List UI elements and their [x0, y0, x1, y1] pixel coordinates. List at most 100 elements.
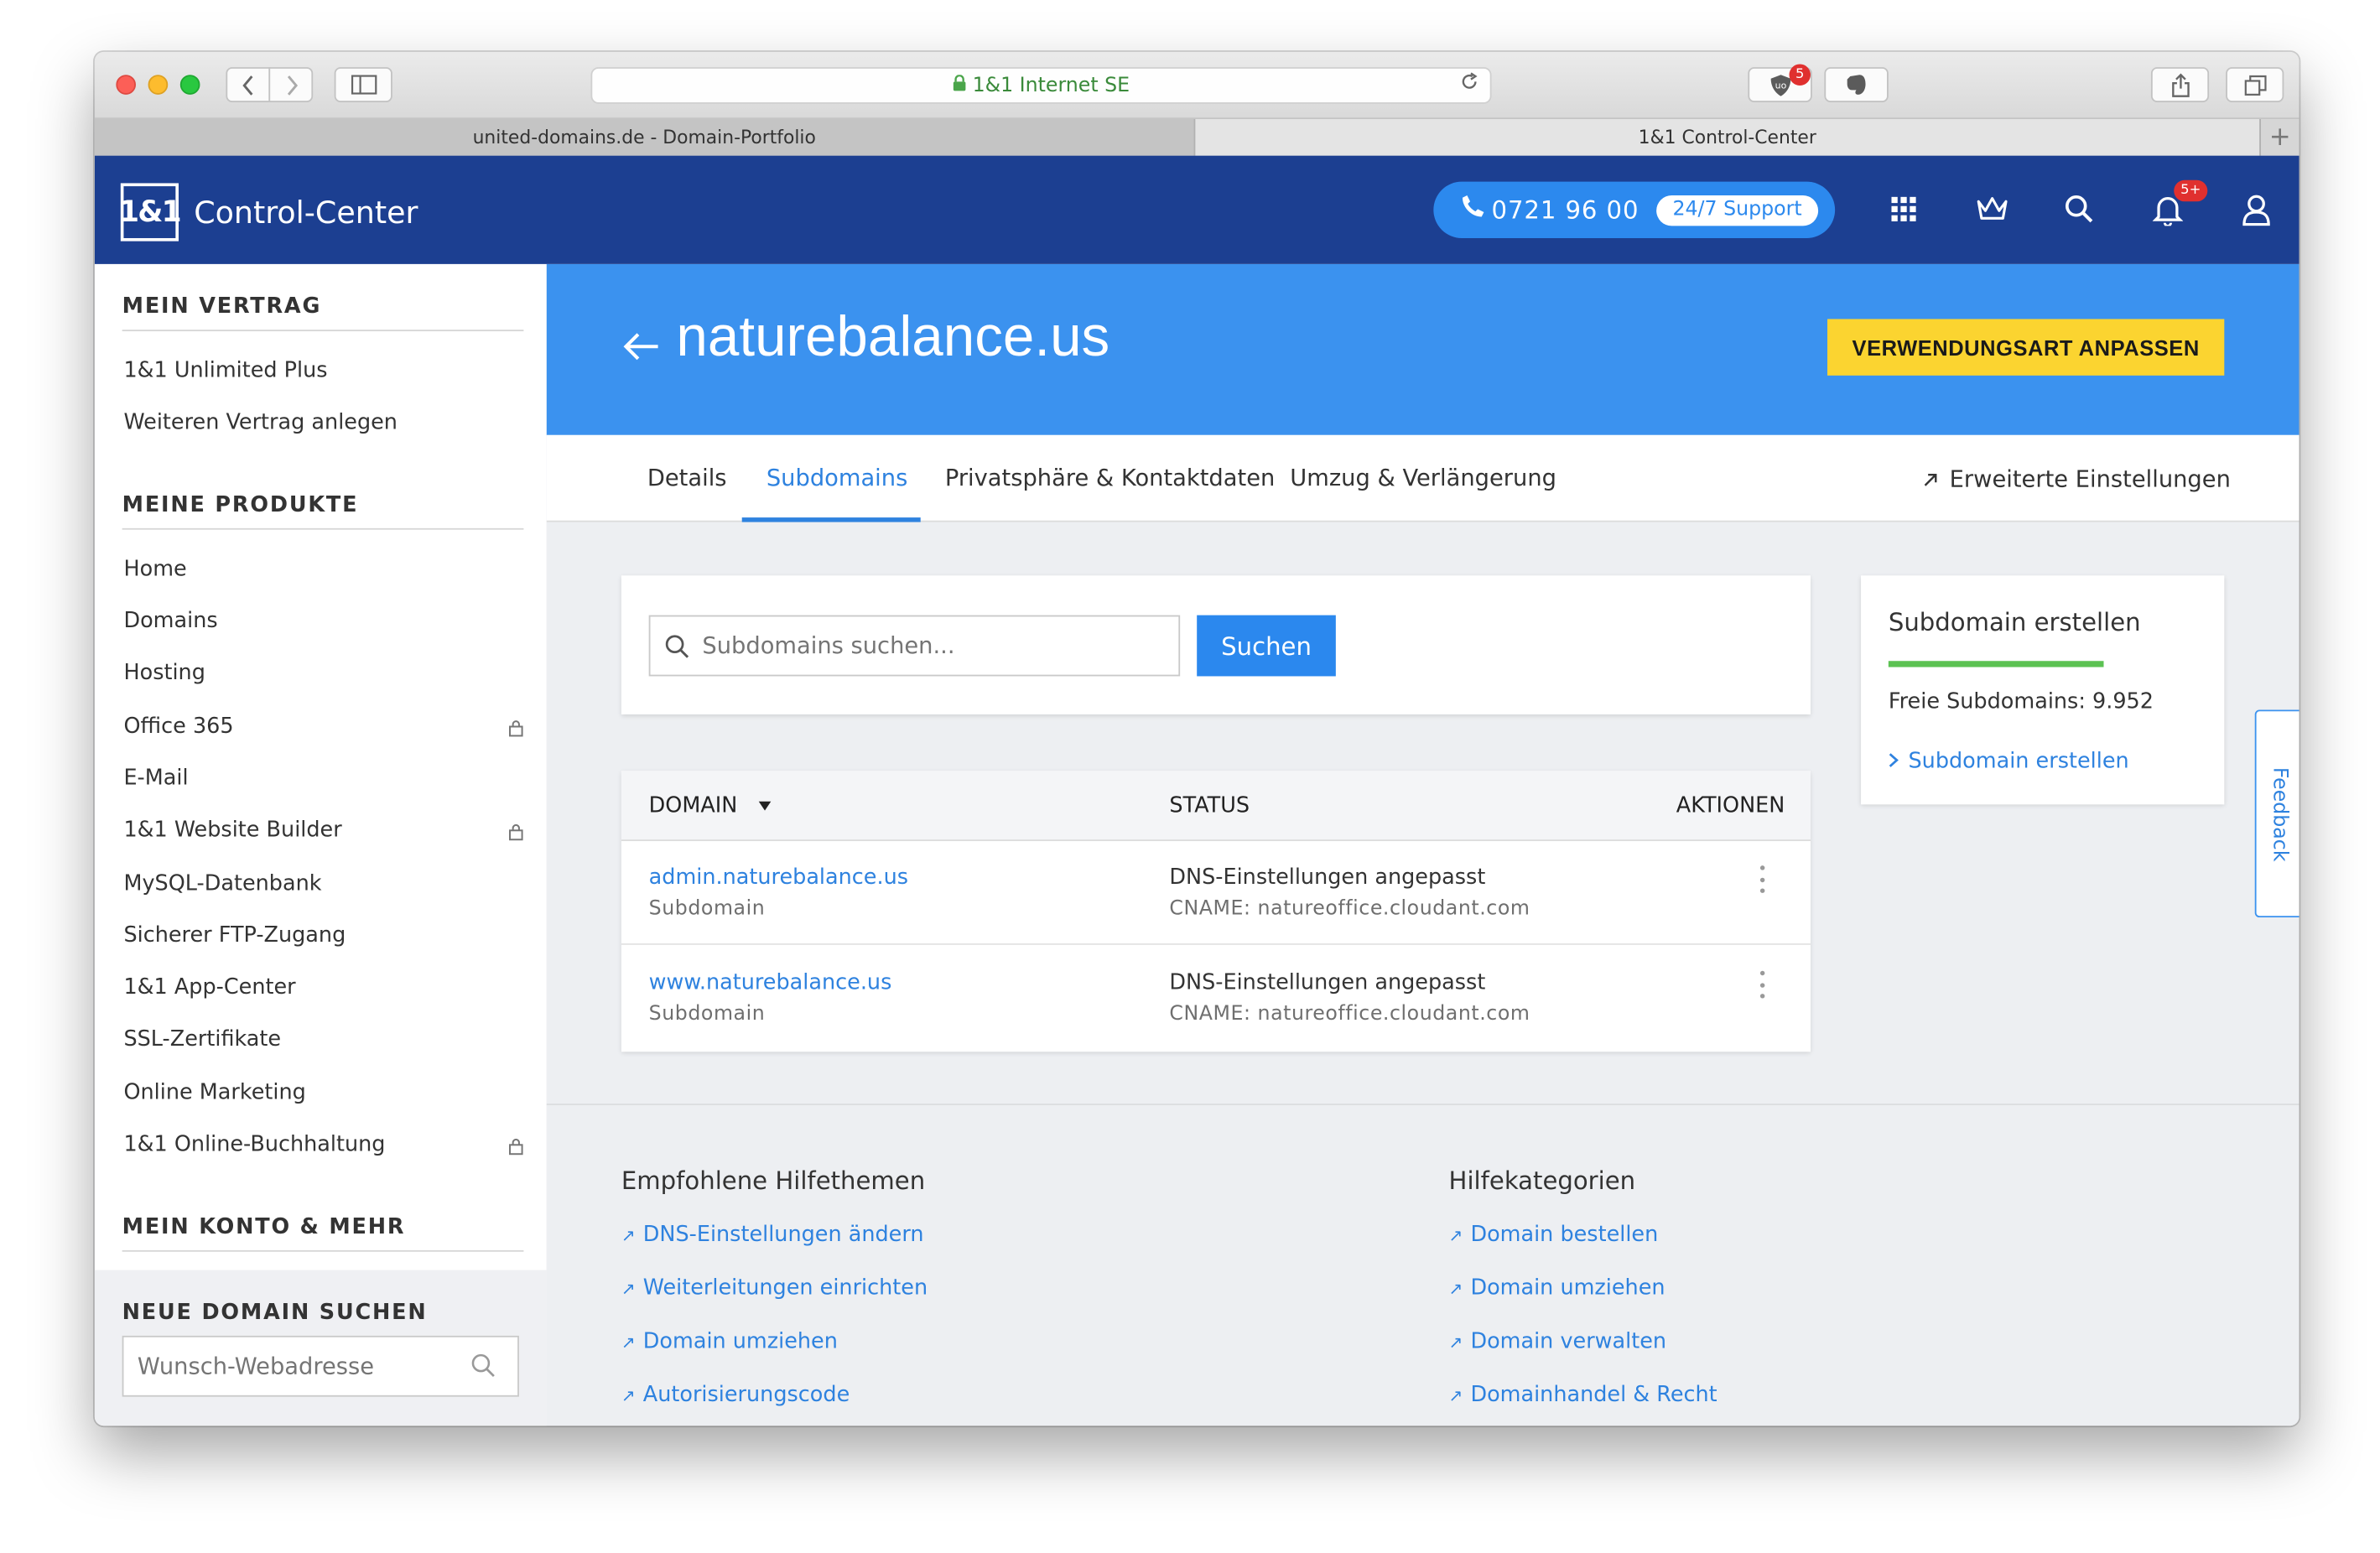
- sidebar-item-email[interactable]: E-Mail: [123, 766, 188, 791]
- apps-grid-icon[interactable]: [1884, 190, 1923, 229]
- sidebar-item-online-marketing[interactable]: Online Marketing: [123, 1081, 305, 1105]
- tab-details[interactable]: Details: [647, 464, 727, 491]
- help-link-label: Domainhandel & Recht: [1470, 1383, 1717, 1408]
- main-content: naturebalance.us VERWENDUNGSART ANPASSEN…: [546, 263, 2299, 1426]
- extension-badge: 5: [1789, 64, 1811, 86]
- help-link[interactable]: ↗ Domain bestellen: [1449, 1223, 1659, 1247]
- evernote-button[interactable]: [1824, 67, 1889, 102]
- sidebar-item-hosting[interactable]: Hosting: [123, 661, 205, 685]
- page-hero: naturebalance.us VERWENDUNGSART ANPASSEN: [546, 263, 2299, 435]
- create-card-title: Subdomain erstellen: [1888, 607, 2141, 637]
- help-divider: [546, 1104, 2299, 1105]
- close-window-button[interactable]: [116, 75, 137, 95]
- chevron-left-icon: [242, 75, 252, 95]
- lock-icon: [509, 823, 523, 841]
- sidebar-item-mysql[interactable]: MySQL-Datenbank: [123, 871, 321, 896]
- address-bar[interactable]: 1&1 Internet SE: [590, 67, 1492, 104]
- subdomain-type: Subdomain: [648, 897, 766, 921]
- sidebar-item-website-builder[interactable]: 1&1 Website Builder: [123, 818, 341, 843]
- extension-button[interactable]: uo 5: [1748, 64, 1812, 102]
- back-button[interactable]: [226, 67, 271, 102]
- share-button[interactable]: [2150, 67, 2210, 102]
- advanced-settings-label: Erweiterte Einstellungen: [1949, 465, 2231, 493]
- sidebar-item-office-365[interactable]: Office 365: [123, 714, 233, 739]
- tab-control-center[interactable]: 1&1 Control-Center: [1195, 118, 2260, 156]
- more-actions-icon[interactable]: [1759, 970, 1766, 999]
- domain-search-field[interactable]: [122, 1335, 519, 1397]
- domain-search-input[interactable]: [137, 1352, 459, 1380]
- status-text: DNS-Einstellungen angepasst: [1169, 865, 1486, 891]
- more-actions-icon[interactable]: [1759, 865, 1766, 893]
- subdomain-link[interactable]: admin.naturebalance.us: [649, 865, 908, 890]
- crown-icon[interactable]: [1972, 190, 2012, 229]
- sort-down-icon[interactable]: [756, 800, 772, 813]
- help-link[interactable]: ↗ Domain umziehen: [1449, 1276, 1665, 1301]
- sidebar-item-app-center[interactable]: 1&1 App-Center: [123, 975, 295, 1000]
- arrow-left-icon[interactable]: [621, 331, 661, 361]
- search-icon[interactable]: [2060, 190, 2099, 229]
- minimize-window-button[interactable]: [148, 75, 169, 95]
- recommended-help-title: Empfohlene Hilfethemen: [621, 1166, 926, 1196]
- sidebar-item-home[interactable]: Home: [123, 557, 186, 581]
- help-link[interactable]: ↗ Domain umziehen: [621, 1330, 838, 1354]
- feedback-label: Feedback: [2268, 766, 2291, 861]
- help-link[interactable]: ↗ Autorisierungscode: [621, 1383, 850, 1407]
- help-link[interactable]: ↗ DNS-Einstellungen ändern: [621, 1223, 924, 1247]
- search-icon[interactable]: [470, 1353, 496, 1379]
- tabs-overview-button[interactable]: [2226, 67, 2284, 102]
- search-button[interactable]: Suchen: [1197, 615, 1336, 677]
- table-row: www.naturebalance.us Subdomain DNS-Einst…: [621, 947, 1811, 1051]
- reload-icon[interactable]: [1459, 72, 1479, 98]
- sidebar-toggle-button[interactable]: [334, 67, 392, 102]
- sidebar-item-ftp[interactable]: Sicherer FTP-Zugang: [123, 923, 346, 948]
- create-link-label: Subdomain erstellen: [1908, 749, 2129, 774]
- status-detail: CNAME: natureoffice.cloudant.com: [1169, 897, 1530, 921]
- advanced-settings-link[interactable]: Erweiterte Einstellungen: [1924, 465, 2231, 493]
- brand-logo[interactable]: 1&1: [119, 183, 182, 242]
- tab-transfer-renewal[interactable]: Umzug & Verlängerung: [1290, 464, 1556, 491]
- new-tab-button[interactable]: +: [2259, 118, 2299, 156]
- domain-column-header[interactable]: DOMAIN: [649, 794, 772, 818]
- table-row: admin.naturebalance.us Subdomain DNS-Ein…: [621, 841, 1811, 945]
- sidebar-item-domains[interactable]: Domains: [123, 609, 217, 633]
- tab-subdomains[interactable]: Subdomains: [766, 464, 907, 491]
- zoom-window-button[interactable]: [179, 75, 200, 95]
- subdomain-search-input[interactable]: [702, 631, 1146, 660]
- help-categories-title: Hilfekategorien: [1448, 1166, 1636, 1196]
- help-link-label: Domain bestellen: [1470, 1223, 1659, 1248]
- external-arrow-icon: ↗: [1448, 1279, 1463, 1300]
- status-column-header: STATUS: [1169, 793, 1250, 818]
- subdomain-link[interactable]: www.naturebalance.us: [649, 971, 892, 995]
- app-header: 1&1 Control-Center 0721 96 00 24/7 Suppo…: [94, 155, 2299, 264]
- forward-button[interactable]: [268, 67, 314, 102]
- help-link-label: Domain umziehen: [642, 1329, 838, 1354]
- sidebar-item-ssl[interactable]: SSL-Zertifikate: [123, 1027, 281, 1052]
- sidebar-item-new-contract[interactable]: Weiteren Vertrag anlegen: [123, 411, 398, 435]
- help-link[interactable]: ↗ Weiterleitungen einrichten: [621, 1276, 928, 1301]
- sidebar-section-title[interactable]: MEIN KONTO & MEHR: [122, 1215, 524, 1252]
- user-icon[interactable]: [2237, 190, 2276, 229]
- help-link-label: Domain umziehen: [1470, 1275, 1665, 1301]
- page-title: naturebalance.us: [676, 305, 1110, 368]
- create-subdomain-link[interactable]: Subdomain erstellen: [1889, 750, 2129, 774]
- domain-search-title: NEUE DOMAIN SUCHEN: [122, 1300, 428, 1326]
- help-link-label: DNS-Einstellungen ändern: [642, 1223, 924, 1248]
- adjust-usage-button[interactable]: VERWENDUNGSART ANPASSEN: [1827, 319, 2225, 376]
- help-link[interactable]: ↗ Domainhandel & Recht: [1449, 1383, 1717, 1407]
- elephant-icon: [1847, 75, 1866, 95]
- subdomain-search-field[interactable]: [648, 615, 1181, 677]
- phone-number: 0721 96 00: [1491, 195, 1639, 225]
- feedback-tab[interactable]: Feedback: [2254, 709, 2299, 918]
- support-phone[interactable]: 0721 96 00 24/7 Support: [1433, 181, 1836, 238]
- status-detail: CNAME: natureoffice.cloudant.com: [1169, 1003, 1530, 1026]
- help-link[interactable]: ↗ Domain verwalten: [1449, 1330, 1666, 1354]
- tab-privacy-contact[interactable]: Privatsphäre & Kontaktdaten: [945, 464, 1275, 491]
- notification-badge: 5+: [2174, 179, 2208, 202]
- create-subdomain-card: Subdomain erstellen Freie Subdomains: 9.…: [1861, 575, 2225, 805]
- sidebar-item-buchhaltung[interactable]: 1&1 Online-Buchhaltung: [123, 1133, 385, 1157]
- sidebar-item-unlimited-plus[interactable]: 1&1 Unlimited Plus: [123, 359, 327, 383]
- external-arrow-icon: ↗: [1448, 1225, 1463, 1246]
- tab-united-domains[interactable]: united-domains.de - Domain-Portfolio: [94, 118, 1196, 156]
- lock-icon: [509, 1138, 523, 1156]
- subdomain-search-card: Suchen: [621, 575, 1811, 714]
